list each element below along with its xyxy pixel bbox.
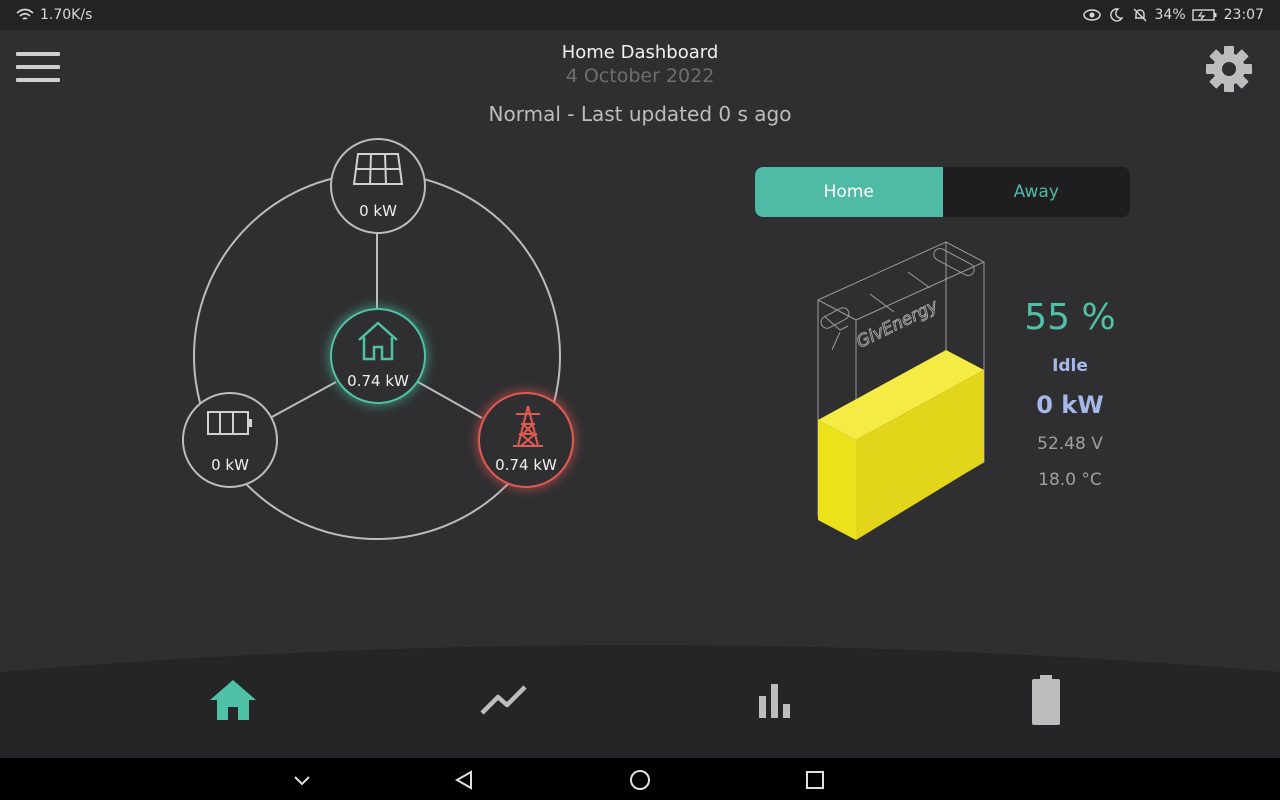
battery-power: 0 kW	[1036, 391, 1104, 419]
mode-away-button[interactable]: Away	[943, 167, 1131, 217]
eye-icon	[1082, 9, 1101, 21]
battery-info: 55 % Idle 0 kW 52.48 V 18.0 °C	[1000, 292, 1140, 492]
battery-icon	[207, 411, 252, 435]
solar-node[interactable]: 0 kW	[330, 138, 426, 234]
nav-home[interactable]	[203, 670, 263, 730]
line-chart-icon	[480, 685, 527, 715]
page-date: 4 October 2022	[565, 65, 715, 87]
solar-panel-icon	[352, 153, 404, 185]
moon-icon	[1109, 8, 1123, 22]
square-recents-icon	[806, 771, 824, 789]
house-icon	[358, 321, 398, 361]
status-bar: 1.70K/s 34% 23:07	[0, 0, 1280, 30]
back-triangle-icon	[454, 770, 472, 790]
nav-battery[interactable]	[1016, 670, 1076, 730]
home-system-button[interactable]	[626, 766, 654, 794]
page-header: Home Dashboard 4 October 2022	[0, 42, 1280, 88]
battery-nav-icon	[1032, 675, 1060, 725]
chevron-down-icon	[294, 776, 310, 786]
nav-trends[interactable]	[474, 670, 534, 730]
battery-brand: GivEnergy	[853, 296, 942, 353]
mode-home-button[interactable]: Home	[755, 167, 943, 217]
bottom-navigation	[0, 640, 1280, 758]
wifi-icon	[16, 8, 34, 20]
circle-home-icon	[630, 770, 650, 790]
collapse-button[interactable]	[288, 766, 316, 794]
solar-value: 0 kW	[359, 202, 397, 220]
battery-node[interactable]: 0 kW	[182, 392, 278, 488]
battery-illustration: GivEnergy	[817, 241, 985, 540]
settings-button[interactable]	[1202, 42, 1256, 96]
update-status: Normal - Last updated 0 s ago	[488, 102, 792, 126]
home-node[interactable]: 0.74 kW	[330, 308, 426, 404]
back-button[interactable]	[450, 766, 478, 794]
battery-percentage: 55 %	[1024, 297, 1116, 338]
gear-icon	[1206, 46, 1252, 92]
mode-toggle: Home Away	[755, 167, 1130, 217]
battery-value: 0 kW	[211, 456, 249, 474]
clock: 23:07	[1223, 7, 1264, 23]
recents-button[interactable]	[801, 766, 829, 794]
page-title: Home Dashboard	[561, 42, 719, 63]
energy-flow-diagram: 0 kW 0.74 kW 0 kW 0.74 kW	[170, 130, 590, 550]
bell-off-icon	[1133, 8, 1147, 22]
system-navigation-bar	[0, 758, 1280, 800]
grid-value: 0.74 kW	[495, 456, 557, 474]
home-value: 0.74 kW	[347, 372, 409, 390]
nav-stats[interactable]	[745, 670, 805, 730]
battery-percent: 34%	[1154, 7, 1186, 23]
pylon-icon	[513, 405, 543, 447]
grid-node[interactable]: 0.74 kW	[478, 392, 574, 488]
battery-temperature: 18.0 °C	[1038, 470, 1102, 490]
bar-chart-icon	[759, 684, 790, 718]
battery-state: Idle	[1052, 356, 1088, 376]
network-speed: 1.70K/s	[40, 7, 93, 23]
battery-charging-icon	[1191, 9, 1217, 21]
battery-voltage: 52.48 V	[1037, 434, 1103, 454]
bottom-nav-background	[0, 645, 1280, 758]
home-icon	[210, 680, 256, 720]
